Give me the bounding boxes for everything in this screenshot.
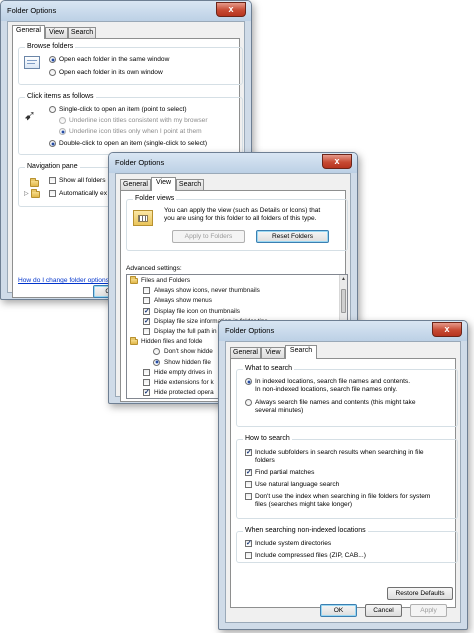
tree-item-label: Hidden files and folde [141, 338, 203, 346]
checkbox[interactable]: ✓ [143, 317, 150, 325]
ok-button[interactable]: OK [320, 604, 357, 617]
dialog-title: Folder Options [7, 6, 57, 15]
checkbox[interactable]: ✓ [245, 540, 252, 547]
tree-item-label: Always show icons, never thumbnails [154, 287, 260, 295]
tree-item-label: Display the full path in [154, 328, 217, 335]
scroll-thumb[interactable] [341, 289, 346, 313]
how-to-search-group: How to search ✓ Include subfolders in se… [236, 435, 458, 519]
tree-item-label: Hide extensions for k [154, 379, 214, 386]
folder-icon [31, 189, 40, 198]
checkbox[interactable] [245, 481, 252, 488]
tab-general[interactable]: General [120, 179, 151, 190]
reset-folders-button[interactable]: Reset Folders [256, 230, 329, 243]
non-indexed-group: When searching non-indexed locations ✓ I… [236, 527, 458, 563]
dialog-client: General View Search What to search In in… [225, 341, 461, 623]
folder-views-description-2: you are using for this folder to all fol… [164, 215, 317, 222]
tree-item-label: Don't show hidde [164, 348, 213, 356]
checkbox[interactable]: ✓ [245, 469, 252, 476]
checkbox[interactable] [49, 190, 56, 197]
tab-search[interactable]: Search [285, 345, 317, 359]
group-legend: Click items as follows [25, 93, 96, 100]
tree-item-label: Display file icon on thumbnails [154, 307, 240, 315]
checkbox[interactable]: ✓ [245, 449, 252, 456]
dialog-title: Folder Options [225, 326, 275, 335]
tree-icon: ▷ [24, 176, 44, 200]
radio-button[interactable] [153, 348, 160, 356]
tree-item-label: Files and Folders [141, 277, 191, 284]
folder-view-icon [133, 210, 153, 226]
close-button[interactable]: x [322, 154, 352, 169]
apply-to-folders-button[interactable]: Apply to Folders [172, 230, 245, 243]
tree-item-label: Hide empty drives in [154, 368, 212, 376]
radio-button[interactable] [153, 358, 160, 366]
title-bar[interactable]: Folder Options x [1, 1, 251, 21]
group-legend: Navigation pane [25, 163, 80, 170]
folder-icon [30, 178, 39, 187]
tree-item-label: Hide protected opera [154, 389, 214, 397]
window-icon [24, 56, 40, 69]
checkbox[interactable] [143, 379, 150, 386]
tree-item-label: Show hidden file [164, 358, 211, 366]
radio-button[interactable] [245, 378, 252, 385]
restore-defaults-button[interactable]: Restore Defaults [387, 587, 453, 600]
radio-button[interactable] [49, 140, 56, 147]
folder-views-group: Folder views You can apply the view (suc… [126, 195, 348, 251]
radio-button[interactable] [59, 117, 66, 124]
browse-folders-group: Browse folders Open each folder in the s… [18, 43, 243, 85]
pointer-icon: ➹ [24, 107, 36, 123]
close-button[interactable]: x [216, 2, 246, 17]
group-legend: How to search [243, 435, 292, 442]
advanced-settings-label: Advanced settings: [126, 265, 182, 272]
tree-item-label: Always show menus [154, 297, 212, 305]
checkbox[interactable]: ✓ [143, 389, 150, 397]
group-legend: What to search [243, 365, 295, 372]
tab-general[interactable]: General [12, 25, 45, 39]
tab-general[interactable]: General [230, 347, 261, 358]
click-items-group: Click items as follows ➹ Single-click to… [18, 93, 243, 155]
tab-search[interactable]: Search [176, 179, 204, 190]
folder-icon [130, 276, 138, 284]
checkbox[interactable] [143, 368, 150, 376]
tab-view[interactable]: View [151, 177, 176, 191]
checkbox[interactable] [49, 177, 56, 184]
checkbox[interactable] [245, 552, 252, 559]
radio-button[interactable] [49, 56, 56, 63]
expand-arrow-icon: ▷ [24, 191, 29, 197]
checkbox[interactable] [143, 297, 150, 305]
checkbox[interactable]: ✓ [143, 307, 150, 315]
title-bar[interactable]: Folder Options x [109, 153, 357, 173]
what-to-search-group: What to search In indexed locations, sea… [236, 365, 458, 427]
dialog-title: Folder Options [115, 158, 165, 167]
group-legend: When searching non-indexed locations [243, 527, 368, 534]
close-button[interactable]: x [432, 322, 462, 337]
radio-button[interactable] [49, 69, 56, 76]
apply-button[interactable]: Apply [410, 604, 447, 617]
scroll-up-icon[interactable]: ▲ [340, 275, 347, 283]
checkbox[interactable] [143, 287, 150, 295]
folder-options-dialog-search: Folder Options x General View Search Wha… [218, 320, 468, 630]
group-legend: Browse folders [25, 43, 76, 50]
checkbox[interactable] [245, 493, 252, 500]
tab-view[interactable]: View [261, 347, 285, 358]
radio-button[interactable] [49, 106, 56, 113]
search-panel: What to search In indexed locations, sea… [230, 358, 458, 608]
radio-button[interactable] [59, 128, 66, 135]
folder-icon [130, 337, 138, 346]
title-bar[interactable]: Folder Options x [219, 321, 467, 341]
tab-search[interactable]: Search [68, 27, 96, 38]
tab-view[interactable]: View [45, 27, 68, 38]
help-link[interactable]: How do I change folder options [18, 277, 109, 284]
cancel-button[interactable]: Cancel [365, 604, 402, 617]
checkbox[interactable] [143, 328, 150, 335]
group-legend: Folder views [133, 195, 177, 202]
radio-button[interactable] [245, 399, 252, 406]
